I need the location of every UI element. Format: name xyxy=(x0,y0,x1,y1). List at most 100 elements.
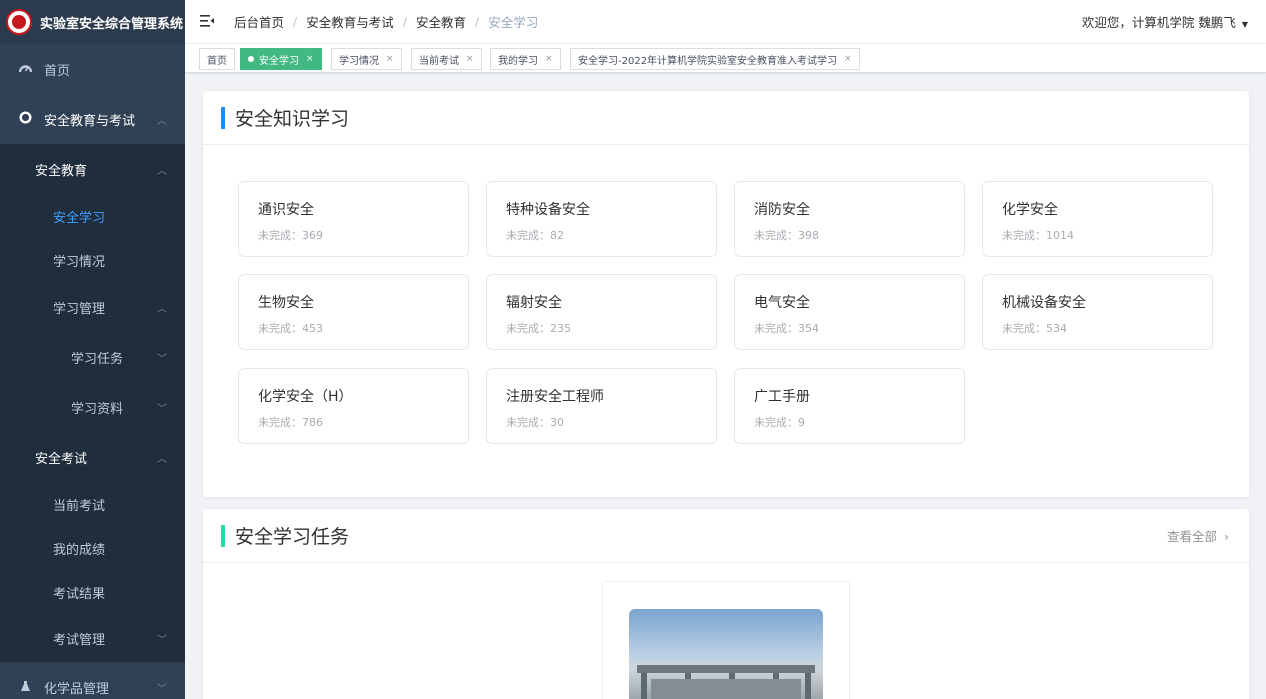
tag-label: 安全学习 xyxy=(259,55,299,67)
chevron-down-icon: ﹀ xyxy=(157,403,167,415)
category-card[interactable]: 化学安全 未完成：1014 xyxy=(982,181,1213,257)
sidebar-item-safety-exam[interactable]: 安全考试 ︿ xyxy=(0,432,185,482)
category-name: 生物安全 xyxy=(258,295,314,311)
chevron-up-icon: ︿ xyxy=(157,115,167,127)
breadcrumb-item-current: 安全学习 xyxy=(488,15,539,30)
tag-study-status[interactable]: 学习情况 × xyxy=(331,48,402,70)
close-icon[interactable]: × xyxy=(386,54,394,64)
view-all-label: 查看全部 xyxy=(1166,529,1217,544)
sidebar-item-label: 学习情况 xyxy=(53,254,106,270)
university-logo-icon xyxy=(6,9,32,35)
tag-my-study[interactable]: 我的学习 × xyxy=(490,48,561,70)
close-icon[interactable]: × xyxy=(545,54,553,64)
sidebar-item-label: 化学品管理 xyxy=(44,681,110,697)
category-name: 机械设备安全 xyxy=(1002,295,1086,311)
task-cover-image xyxy=(629,609,823,699)
panel-header: 安全学习任务 查看全部 › xyxy=(203,509,1249,563)
category-name: 辐射安全 xyxy=(506,295,562,311)
life-ring-icon xyxy=(18,111,32,127)
sidebar-item-label: 学习管理 xyxy=(53,301,106,317)
tag-home[interactable]: 首页 xyxy=(199,48,235,70)
caret-down-icon: ▼ xyxy=(1241,20,1248,29)
tags-view: 首页 安全学习 × 学习情况 × 当前考试 × 我的学习 × 安全学习-2022… xyxy=(185,44,1266,73)
breadcrumb-item-home[interactable]: 后台首页 xyxy=(234,12,284,31)
knowledge-panel: 安全知识学习 通识安全 未完成：369 特种设备安全 未完成：82 消防安全 未… xyxy=(203,91,1249,497)
chevron-down-icon: ﹀ xyxy=(157,634,167,646)
category-name: 化学安全（H） xyxy=(258,389,353,405)
category-name: 注册安全工程师 xyxy=(506,389,604,405)
close-icon[interactable]: × xyxy=(844,54,852,64)
sidebar-item-chemical-management[interactable]: 化学品管理 ﹀ xyxy=(0,662,185,699)
chevron-down-icon: ﹀ xyxy=(157,683,167,695)
active-dot-icon xyxy=(248,56,254,62)
sidebar-item-exam-management[interactable]: 考试管理 ﹀ xyxy=(0,614,185,662)
sidebar-item-current-exam[interactable]: 当前考试 xyxy=(0,482,185,526)
app-title: 实验室安全综合管理系统 xyxy=(40,16,184,32)
category-incomplete-count: 未完成：534 xyxy=(1002,322,1067,335)
breadcrumb-item-education-exam[interactable]: 安全教育与考试 xyxy=(306,12,394,31)
tasks-panel: 安全学习任务 查看全部 › xyxy=(203,509,1249,699)
category-incomplete-count: 未完成：235 xyxy=(506,322,571,335)
sidebar-item-label: 首页 xyxy=(44,63,71,79)
menu-fold-icon[interactable] xyxy=(200,13,218,31)
category-name: 通识安全 xyxy=(258,202,314,218)
breadcrumb-item-education[interactable]: 安全教育 xyxy=(416,12,466,31)
dashboard-icon xyxy=(18,62,32,76)
sidebar-item-study-materials[interactable]: 学习资料 ﹀ xyxy=(0,382,185,432)
category-card[interactable]: 通识安全 未完成：369 xyxy=(238,181,469,257)
category-incomplete-count: 未完成：9 xyxy=(754,416,805,429)
category-card[interactable]: 广工手册 未完成：9 xyxy=(734,368,965,444)
category-name: 电气安全 xyxy=(754,295,810,311)
tag-safety-study[interactable]: 安全学习 × xyxy=(240,48,322,70)
close-icon[interactable]: × xyxy=(466,54,474,64)
panel-title: 安全知识学习 xyxy=(235,108,350,130)
category-incomplete-count: 未完成：369 xyxy=(258,229,323,242)
sidebar-item-safety-study[interactable]: 安全学习 xyxy=(0,194,185,238)
sidebar-item-label: 安全教育 xyxy=(35,163,88,179)
task-card[interactable] xyxy=(602,581,850,699)
sidebar-item-label: 学习资料 xyxy=(71,401,124,417)
panel-title: 安全学习任务 xyxy=(235,526,350,548)
category-card[interactable]: 电气安全 未完成：354 xyxy=(734,274,965,350)
top-header: 后台首页 / 安全教育与考试 / 安全教育 / 安全学习 欢迎您，计算机学院 魏… xyxy=(185,0,1266,44)
tag-label: 当前考试 xyxy=(419,55,459,67)
category-incomplete-count: 未完成：1014 xyxy=(1002,229,1074,242)
sidebar-item-exam-results[interactable]: 考试结果 xyxy=(0,570,185,614)
tag-label: 我的学习 xyxy=(498,55,538,67)
category-card[interactable]: 消防安全 未完成：398 xyxy=(734,181,965,257)
panel-header: 安全知识学习 xyxy=(203,91,1249,145)
sidebar-item-study-status[interactable]: 学习情况 xyxy=(0,238,185,282)
category-card[interactable]: 特种设备安全 未完成：82 xyxy=(486,181,717,257)
user-menu[interactable]: 欢迎您，计算机学院 魏鹏飞 ▼ xyxy=(1082,12,1248,31)
sidebar-item-my-scores[interactable]: 我的成绩 xyxy=(0,526,185,570)
category-incomplete-count: 未完成：82 xyxy=(506,229,564,242)
sidebar-item-label: 考试管理 xyxy=(53,632,106,648)
close-icon[interactable]: × xyxy=(306,54,314,64)
sidebar-item-study-management[interactable]: 学习管理 ︿ xyxy=(0,282,185,332)
category-card[interactable]: 生物安全 未完成：453 xyxy=(238,274,469,350)
tag-study-detail[interactable]: 安全学习-2022年计算机学院实验室安全教育准入考试学习 × xyxy=(570,48,860,70)
view-all-link[interactable]: 查看全部 › xyxy=(1167,526,1229,545)
tag-label: 安全学习-2022年计算机学院实验室安全教育准入考试学习 xyxy=(578,55,838,67)
sidebar: 实验室安全综合管理系统 首页 安全教育与考试 ︿ 安全教育 ︿ 安全学习 学习情… xyxy=(0,0,185,699)
category-incomplete-count: 未完成：30 xyxy=(506,416,564,429)
sidebar-item-label: 考试结果 xyxy=(53,586,106,602)
sidebar-item-study-tasks[interactable]: 学习任务 ﹀ xyxy=(0,332,185,382)
category-card[interactable]: 机械设备安全 未完成：534 xyxy=(982,274,1213,350)
sidebar-item-label: 安全教育与考试 xyxy=(44,113,136,129)
category-card[interactable]: 注册安全工程师 未完成：30 xyxy=(486,368,717,444)
category-incomplete-count: 未完成：786 xyxy=(258,416,323,429)
sidebar-item-home[interactable]: 首页 xyxy=(0,44,185,94)
category-card[interactable]: 化学安全（H） 未完成：786 xyxy=(238,368,469,444)
flask-icon xyxy=(18,680,32,695)
category-incomplete-count: 未完成：453 xyxy=(258,322,323,335)
tag-current-exam[interactable]: 当前考试 × xyxy=(411,48,482,70)
category-card[interactable]: 辐射安全 未完成：235 xyxy=(486,274,717,350)
sidebar-item-safety-education-exam[interactable]: 安全教育与考试 ︿ xyxy=(0,94,185,144)
chevron-up-icon: ︿ xyxy=(157,165,167,177)
chevron-up-icon: ︿ xyxy=(157,303,167,315)
category-name: 广工手册 xyxy=(754,389,810,405)
title-accent-bar xyxy=(221,524,225,547)
welcome-text: 欢迎您，计算机学院 魏鹏飞 xyxy=(1081,15,1236,30)
sidebar-item-safety-education[interactable]: 安全教育 ︿ xyxy=(0,144,185,194)
